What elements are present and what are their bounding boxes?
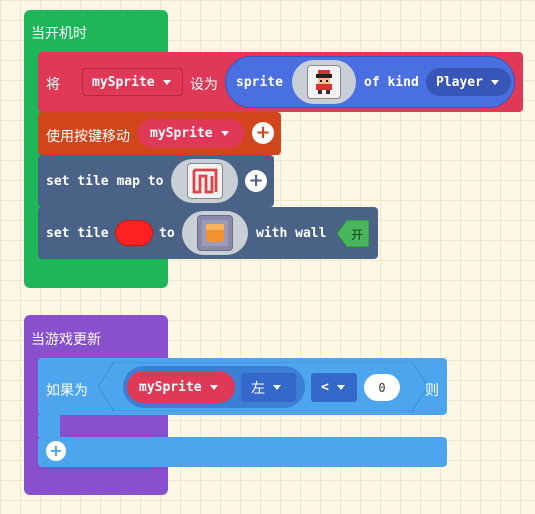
tile-image-icon	[197, 215, 233, 251]
kind-dropdown[interactable]: Player	[426, 68, 511, 96]
direction-value: 左	[251, 380, 265, 397]
set-to-label: 设为	[190, 77, 218, 93]
of-kind-label: of kind	[364, 75, 419, 90]
chevron-down-icon	[220, 131, 229, 136]
tile-image-field[interactable]	[182, 211, 248, 255]
sprite-label: sprite	[236, 75, 283, 90]
tilemap-field[interactable]	[171, 159, 238, 203]
set-label: 将	[46, 77, 60, 93]
set-tile-label: set tile	[46, 226, 109, 241]
move-sprite-value: mySprite	[150, 126, 213, 141]
move-sprite-dropdown[interactable]: mySprite	[138, 119, 244, 148]
if-block-side	[38, 415, 60, 437]
move-with-buttons-label: 使用按键移动	[46, 129, 130, 145]
variable-dropdown[interactable]: mySprite	[82, 68, 183, 96]
set-tilemap-label: set tile map to	[46, 174, 164, 189]
add-plus-icon[interactable]: +	[245, 170, 267, 192]
to-label: to	[159, 226, 175, 241]
chevron-down-icon	[336, 385, 345, 390]
direction-dropdown[interactable]: 左	[241, 373, 296, 402]
update-sprite-value: mySprite	[139, 379, 202, 395]
tilemap-icon	[186, 163, 223, 199]
chevron-down-icon	[490, 79, 499, 85]
if-block-bottom[interactable]	[38, 437, 447, 467]
number-value: 0	[378, 380, 386, 395]
number-input[interactable]: 0	[364, 374, 400, 401]
chevron-down-icon	[162, 79, 171, 85]
operator-value: <	[321, 380, 329, 395]
on-update-label: 当游戏更新	[31, 332, 101, 348]
tile-color-field[interactable]	[115, 220, 153, 246]
wall-toggle-value: 开	[351, 228, 364, 242]
with-wall-label: with wall	[256, 226, 327, 241]
update-sprite-dropdown[interactable]: mySprite	[127, 371, 235, 403]
sprite-image-field[interactable]	[292, 60, 356, 104]
variable-name: mySprite	[92, 74, 155, 90]
kind-value: Player	[436, 74, 483, 90]
then-label: 则	[425, 383, 439, 399]
chevron-down-icon	[273, 385, 281, 390]
player-sprite-icon	[307, 65, 341, 99]
on-start-label: 当开机时	[31, 26, 87, 42]
if-label: 如果为	[46, 383, 88, 399]
add-plus-icon[interactable]: +	[252, 122, 274, 144]
add-plus-icon[interactable]: +	[46, 441, 66, 461]
operator-dropdown[interactable]: <	[311, 373, 357, 402]
chevron-down-icon	[209, 384, 218, 390]
